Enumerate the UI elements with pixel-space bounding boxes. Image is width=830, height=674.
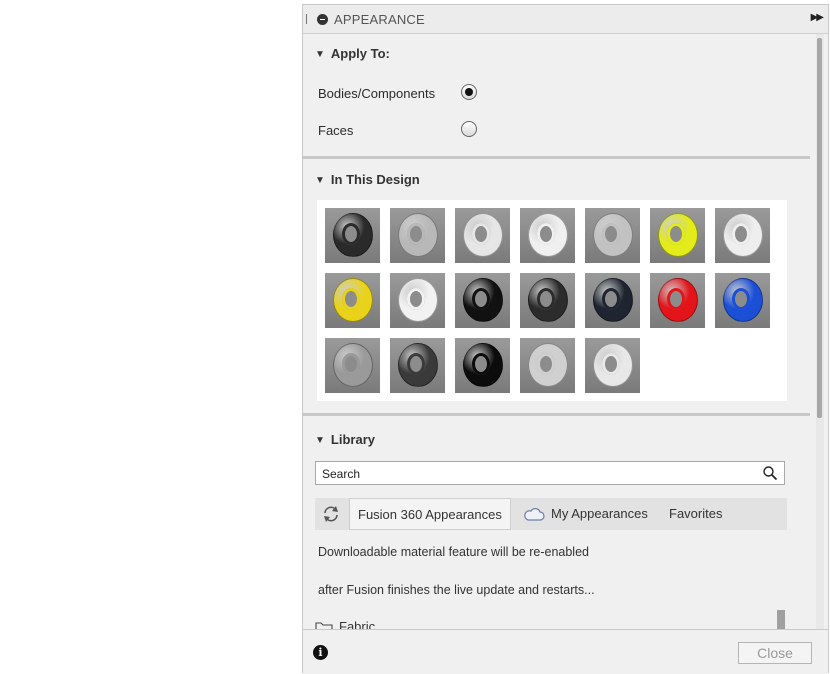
torus-hole	[732, 288, 750, 310]
refresh-icon[interactable]	[321, 504, 341, 524]
torus-hole	[537, 288, 555, 310]
tab-favorites[interactable]: Favorites	[669, 498, 722, 530]
panel-footer: i Close	[303, 629, 828, 674]
torus-hole	[537, 353, 555, 375]
folder-label: Fabric	[339, 619, 376, 629]
search-input[interactable]	[320, 465, 754, 483]
torus-hole	[667, 288, 685, 310]
panel-scrollbar[interactable]	[816, 34, 824, 629]
cloud-icon	[524, 508, 545, 521]
torus-hole	[342, 353, 360, 375]
panel-title: APPEARANCE	[334, 12, 425, 27]
appearance-swatch[interactable]	[520, 208, 575, 263]
appearance-swatch[interactable]	[390, 273, 445, 328]
appearance-swatch[interactable]	[520, 338, 575, 393]
appearance-swatch[interactable]	[520, 273, 575, 328]
library-tabs: Fusion 360 Appearances My Appearances Fa…	[315, 498, 787, 530]
appearance-swatch[interactable]	[715, 208, 770, 263]
torus-hole	[407, 223, 425, 245]
torus-hole	[472, 353, 490, 375]
library-search	[315, 461, 785, 485]
torus-hole	[472, 223, 490, 245]
faces-radio[interactable]	[461, 121, 477, 137]
appearance-swatch[interactable]	[390, 338, 445, 393]
bodies-components-radio[interactable]	[461, 84, 477, 100]
appearance-swatch[interactable]	[455, 208, 510, 263]
drag-grip-icon[interactable]	[306, 14, 309, 24]
torus-hole	[602, 353, 620, 375]
panel-titlebar: APPEARANCE ▶▶	[303, 5, 828, 34]
section-divider	[303, 156, 810, 159]
tab-fusion-360-appearances[interactable]: Fusion 360 Appearances	[349, 498, 511, 530]
collapse-icon[interactable]	[317, 14, 328, 25]
appearance-swatch[interactable]	[325, 208, 380, 263]
torus-hole	[407, 353, 425, 375]
panel-content: ▼ Apply To: Bodies/Components Faces ▼ In T…	[303, 34, 815, 629]
torus-hole	[342, 288, 360, 310]
update-message-line-1: Downloadable material feature will be re…	[318, 545, 589, 559]
library-header[interactable]: ▼ Library	[315, 432, 375, 447]
appearance-swatch[interactable]	[325, 338, 380, 393]
section-divider	[303, 413, 810, 416]
torus-hole	[537, 223, 555, 245]
library-scrollbar-thumb[interactable]	[777, 610, 785, 629]
appearance-swatch[interactable]	[325, 273, 380, 328]
search-icon[interactable]	[762, 465, 778, 481]
torus-hole	[472, 288, 490, 310]
appearance-swatch[interactable]	[585, 273, 640, 328]
folder-icon	[315, 622, 333, 629]
design-appearances-grid	[317, 200, 787, 401]
torus-hole	[667, 223, 685, 245]
torus-hole	[602, 223, 620, 245]
appearance-swatch[interactable]	[650, 208, 705, 263]
collapse-triangle-icon: ▼	[315, 49, 325, 60]
appearance-panel: APPEARANCE ▶▶ ▼ Apply To: Bodies/Componen…	[302, 4, 829, 674]
torus-hole	[407, 288, 425, 310]
apply-to-header[interactable]: ▼ Apply To:	[315, 46, 390, 61]
torus-hole	[732, 223, 750, 245]
appearance-swatch[interactable]	[715, 273, 770, 328]
appearance-swatch[interactable]	[455, 338, 510, 393]
bodies-components-label: Bodies/Components	[318, 86, 436, 101]
in-this-design-header[interactable]: ▼ In This Design	[315, 172, 420, 187]
expand-panel-icon[interactable]: ▶▶	[811, 12, 824, 23]
appearance-swatch[interactable]	[455, 273, 510, 328]
collapse-triangle-icon: ▼	[315, 435, 325, 446]
tab-my-appearances[interactable]: My Appearances	[551, 498, 648, 530]
appearance-swatch[interactable]	[585, 338, 640, 393]
appearance-swatch[interactable]	[585, 208, 640, 263]
info-icon[interactable]: i	[313, 645, 328, 660]
faces-label: Faces	[318, 123, 354, 138]
torus-hole	[602, 288, 620, 310]
update-message-line-2: after Fusion finishes the live update an…	[318, 583, 595, 597]
torus-hole	[342, 223, 360, 245]
appearance-swatch[interactable]	[650, 273, 705, 328]
collapse-triangle-icon: ▼	[315, 175, 325, 186]
panel-scrollbar-thumb[interactable]	[817, 38, 822, 418]
appearance-swatch[interactable]	[390, 208, 445, 263]
close-button[interactable]: Close	[738, 642, 812, 664]
